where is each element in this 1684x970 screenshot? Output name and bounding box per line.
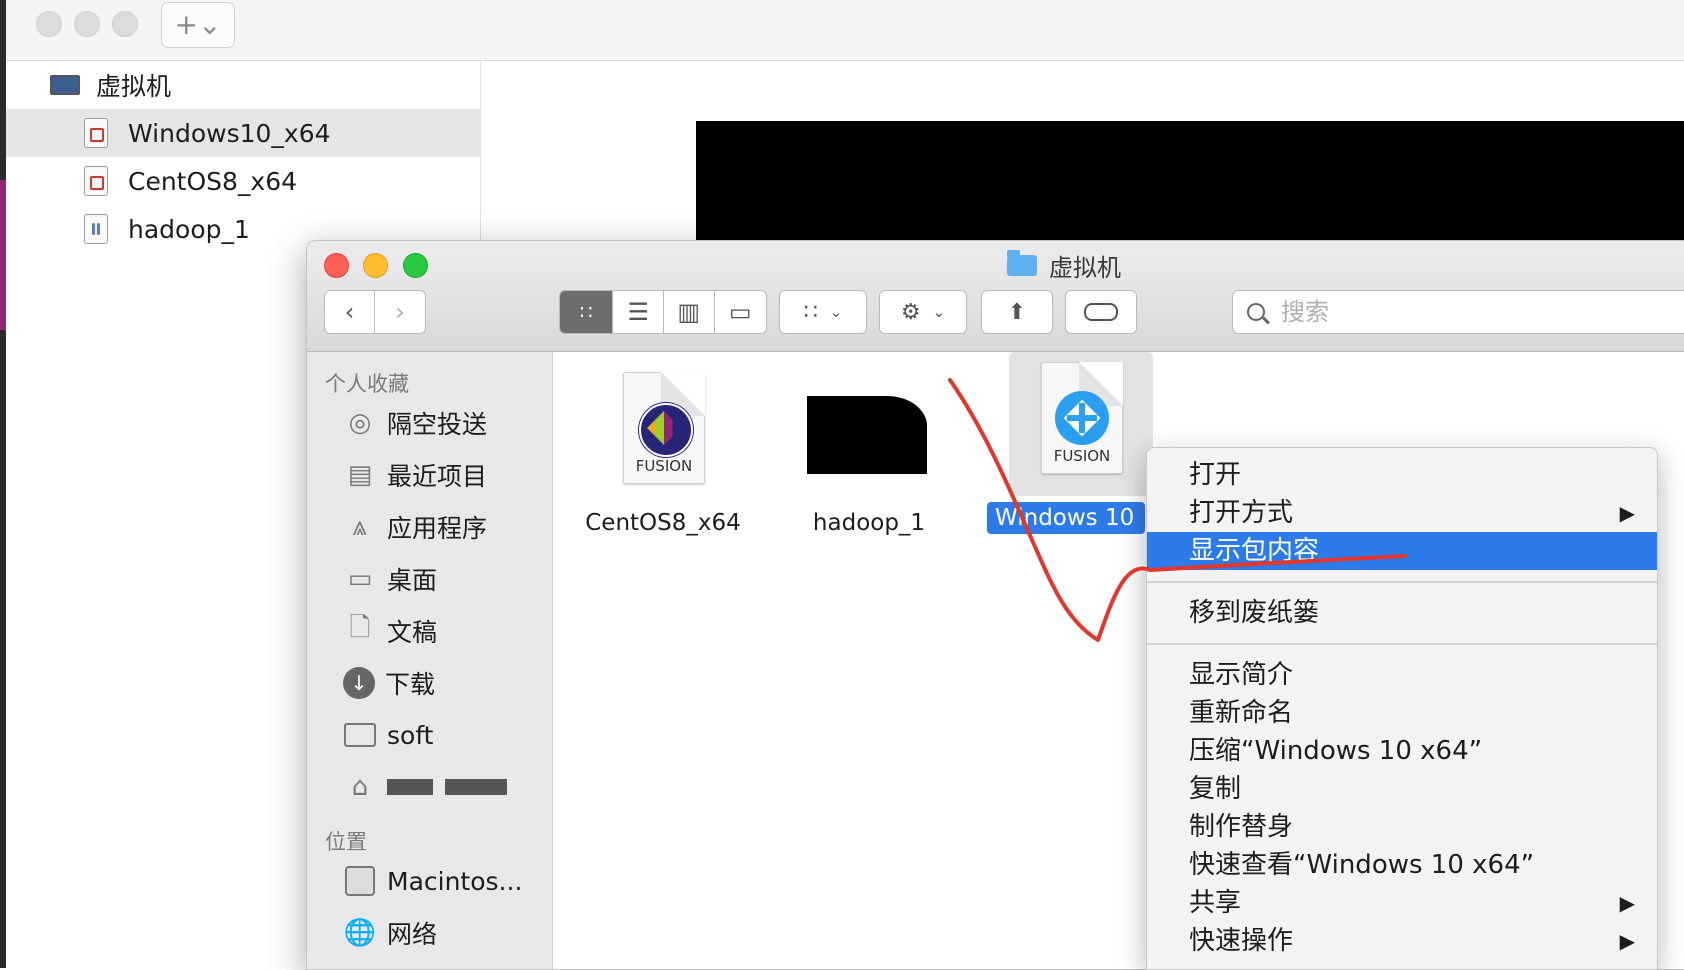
- annotation-stroke: [948, 378, 1407, 642]
